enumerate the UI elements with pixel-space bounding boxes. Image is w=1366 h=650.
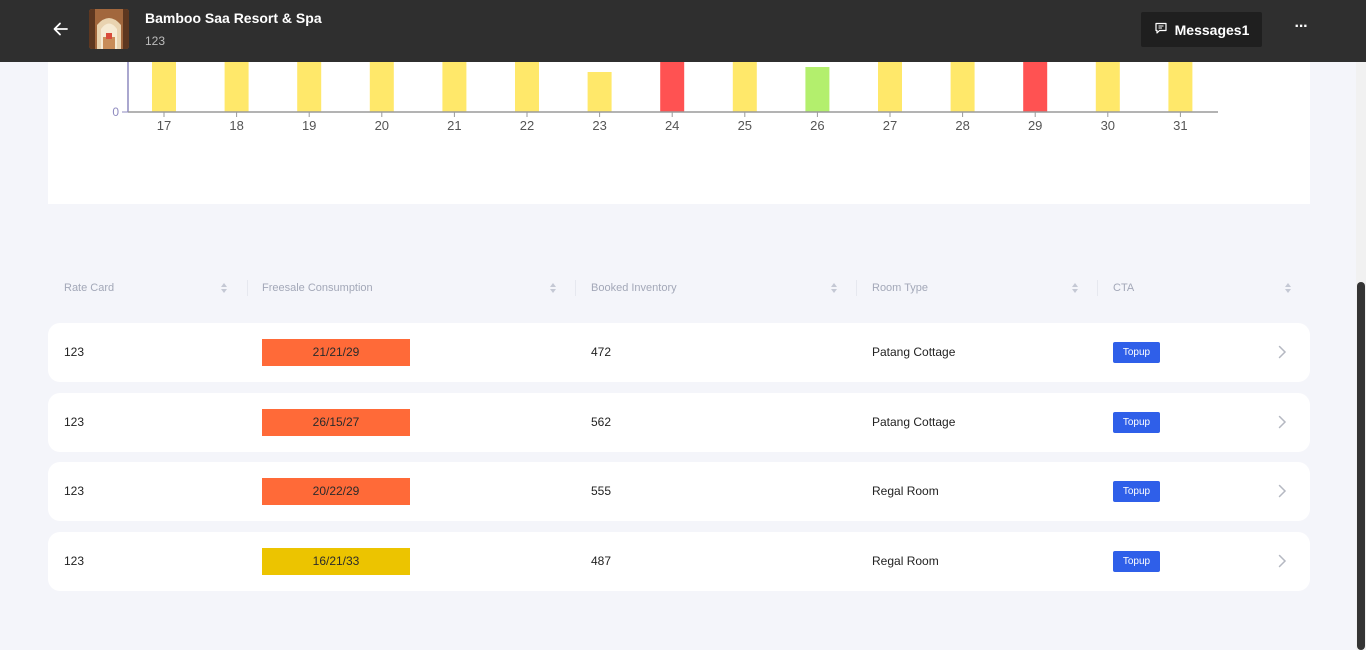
hotel-code: 123 [145,34,166,48]
x-tick-label: 29 [1028,118,1042,133]
x-tick-label: 19 [302,118,316,133]
freesale-consumption-badge: 21/21/29 [262,339,410,366]
column-divider [247,280,248,296]
x-tick-label: 28 [955,118,969,133]
room-type-cell: Regal Room [872,554,939,568]
x-tick-label: 31 [1173,118,1187,133]
x-tick-label: 30 [1101,118,1115,133]
column-divider [1097,280,1098,296]
column-divider [856,280,857,296]
rate-card-cell: 123 [64,554,85,568]
freesale-consumption-badge: 16/21/33 [262,548,410,575]
x-tick-label: 24 [665,118,679,133]
chat-icon [1154,21,1168,38]
booked-inventory-cell: 562 [591,415,612,429]
x-tick-label: 26 [810,118,824,133]
x-tick-label: 22 [520,118,534,133]
freesale-consumption-badge: 20/22/29 [262,478,410,505]
x-tick-label: 27 [883,118,897,133]
x-tick-label: 21 [447,118,461,133]
table-header: Rate Card Freesale Consumption Booked In… [48,276,1310,300]
chart-bar[interactable] [805,67,830,112]
sort-icon[interactable] [1284,281,1292,295]
topup-button[interactable]: Topup [1113,412,1160,433]
booked-inventory-cell: 555 [591,484,612,498]
chevron-right-icon[interactable] [1274,483,1290,499]
room-type-cell: Patang Cottage [872,345,956,359]
x-tick-label: 18 [229,118,243,133]
header-cta[interactable]: CTA [1113,276,1134,300]
hotel-name: Bamboo Saa Resort & Spa [145,10,322,26]
room-type-cell: Patang Cottage [872,415,956,429]
scrollbar-thumb[interactable] [1357,282,1365,650]
freesale-consumption-badge: 26/15/27 [262,409,410,436]
sort-icon[interactable] [1071,281,1079,295]
sort-icon[interactable] [220,281,228,295]
x-tick-label: 17 [157,118,171,133]
topup-button[interactable]: Topup [1113,342,1160,363]
hotel-thumbnail [89,9,129,49]
booked-inventory-cell: 487 [591,554,612,568]
header-freesale-consumption[interactable]: Freesale Consumption [262,276,373,300]
table-row[interactable]: 123 26/15/27 562 Patang Cottage Topup [48,393,1310,452]
header-room-type[interactable]: Room Type [872,276,928,300]
chevron-right-icon[interactable] [1274,344,1290,360]
x-tick-label: 23 [592,118,606,133]
messages-label: Messages1 [1174,21,1250,38]
chevron-right-icon[interactable] [1274,414,1290,430]
chevron-right-icon[interactable] [1274,553,1290,569]
top-bar: Bamboo Saa Resort & Spa 123 Messages1 ··… [0,0,1366,62]
back-arrow-icon[interactable] [50,18,72,40]
x-tick-label: 25 [738,118,752,133]
table-row[interactable]: 123 16/21/33 487 Regal Room Topup [48,532,1310,591]
topup-button[interactable]: Topup [1113,551,1160,572]
topup-button[interactable]: Topup [1113,481,1160,502]
y-tick-label: 0 [112,105,119,119]
sort-icon[interactable] [549,281,557,295]
header-rate-card[interactable]: Rate Card [64,276,114,300]
x-tick-label: 20 [375,118,389,133]
rate-card-cell: 123 [64,484,85,498]
header-booked-inventory[interactable]: Booked Inventory [591,276,677,300]
table-row[interactable]: 123 20/22/29 555 Regal Room Topup [48,462,1310,521]
column-divider [575,280,576,296]
chart-bar[interactable] [587,72,612,112]
table-row[interactable]: 123 21/21/29 472 Patang Cottage Topup [48,323,1310,382]
more-options-icon[interactable]: ··· [1286,16,1316,42]
room-type-cell: Regal Room [872,484,939,498]
rate-card-cell: 123 [64,415,85,429]
rate-card-cell: 123 [64,345,85,359]
messages-button[interactable]: Messages1 [1141,12,1262,47]
sort-icon[interactable] [830,281,838,295]
booked-inventory-cell: 472 [591,345,612,359]
